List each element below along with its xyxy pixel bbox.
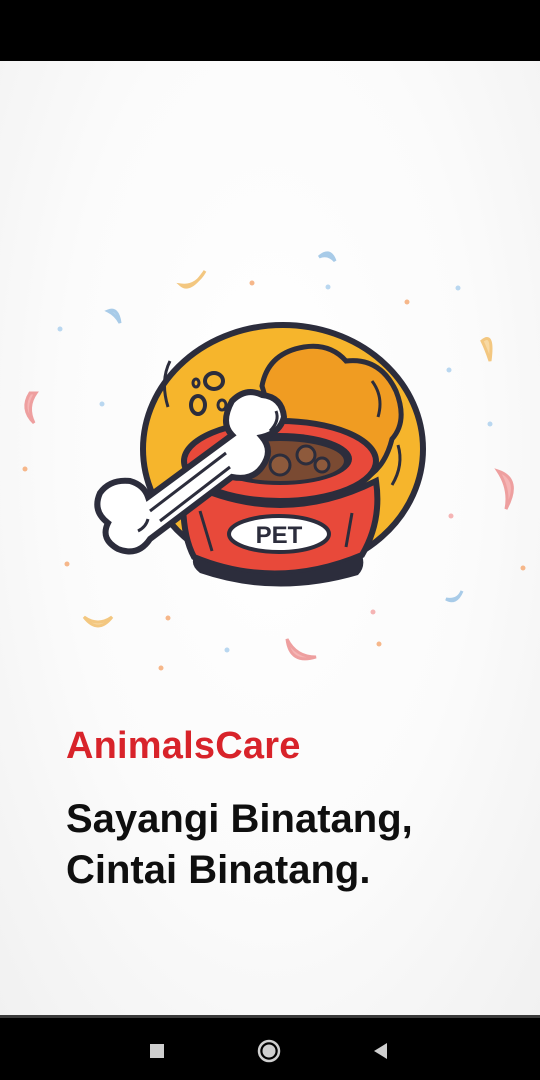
pet-food-illustration: PET: [0, 171, 540, 691]
splash-screen: PET AnimalsCare Sayangi Binatang, Cintai…: [0, 61, 540, 1015]
app-tagline: Sayangi Binatang, Cintai Binatang.: [66, 794, 506, 896]
home-button[interactable]: [256, 1038, 282, 1064]
tagline-line-2: Cintai Binatang.: [66, 848, 371, 892]
square-icon: [150, 1044, 164, 1058]
bowl-label: PET: [256, 522, 303, 549]
status-bar: [0, 0, 540, 61]
circle-fill-icon: [262, 1044, 276, 1058]
system-navigation-bar: [0, 1015, 540, 1080]
app-brand-name: AnimalsCare: [66, 725, 301, 767]
back-triangle-icon: [374, 1043, 387, 1059]
pet-food-bowl-icon: PET: [180, 418, 381, 587]
recents-button[interactable]: [144, 1038, 170, 1064]
tagline-line-1: Sayangi Binatang,: [66, 797, 413, 841]
back-button[interactable]: [368, 1038, 394, 1064]
